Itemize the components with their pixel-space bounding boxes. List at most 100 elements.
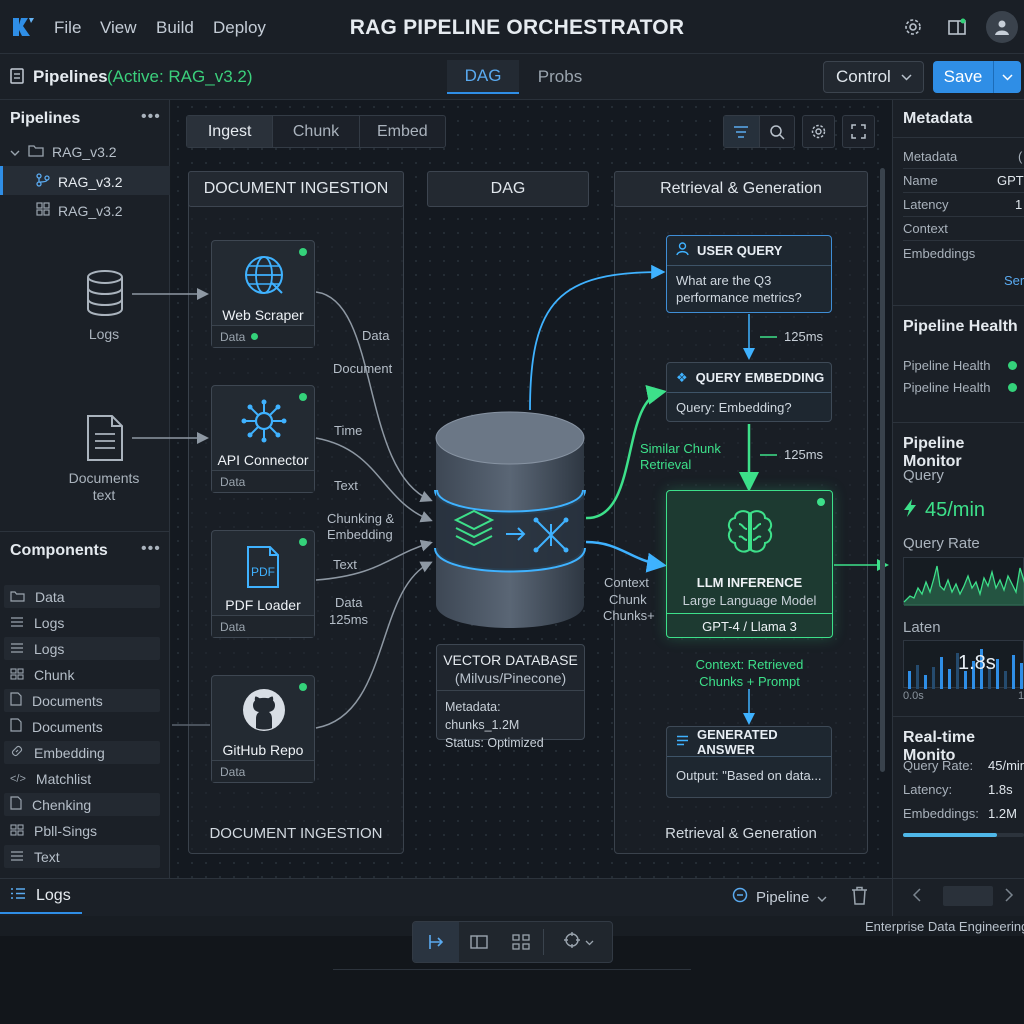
crosshair-icon bbox=[563, 931, 581, 954]
latency-value: 1.8s bbox=[958, 652, 996, 674]
pipeline-select-label: Pipeline bbox=[756, 889, 810, 906]
query-embedding-card[interactable]: ❖ QUERY EMBEDDING Query: Embedding? bbox=[666, 362, 832, 422]
generated-answer-card[interactable]: GENERATED ANSWER Output: "Based on data.… bbox=[666, 726, 832, 798]
health-status-dot bbox=[1008, 383, 1017, 392]
pipeline-health-title: Pipeline Health bbox=[903, 318, 1018, 335]
status-dot bbox=[299, 538, 307, 546]
canvas-scrollbar[interactable] bbox=[880, 168, 885, 772]
source-foot-label: Data bbox=[220, 619, 246, 634]
divider bbox=[892, 422, 1024, 423]
edge-label: Embedding bbox=[327, 527, 393, 542]
vector-db-card[interactable]: VECTOR DATABASE (Milvus/Pinecone) Metada… bbox=[436, 644, 585, 750]
metadata-row: Latency bbox=[903, 197, 949, 212]
edge-label: 125ms bbox=[329, 612, 369, 627]
target-dropdown[interactable] bbox=[544, 922, 612, 962]
pointer-mode-icon[interactable] bbox=[413, 922, 459, 962]
row-divider bbox=[903, 216, 1024, 217]
llm-title: LLM INFERENCE bbox=[696, 575, 803, 590]
query-embedding-title: QUERY EMBEDDING bbox=[695, 370, 825, 385]
similar-line: Retrieval bbox=[640, 457, 692, 472]
vector-db-title: VECTOR DATABASE bbox=[443, 652, 578, 668]
status-dot bbox=[299, 248, 307, 256]
metadata-row: Name bbox=[903, 173, 938, 188]
chevron-left-icon[interactable] bbox=[912, 888, 921, 907]
llm-inference-card[interactable]: LLM INFERENCE Large Language Model GPT-4… bbox=[666, 490, 833, 638]
metadata-title: Metadata bbox=[903, 110, 973, 127]
text-lines-icon bbox=[676, 734, 689, 749]
generated-answer-body: Output: "Based on data... bbox=[676, 768, 822, 783]
metadata-value: GPT bbox=[997, 173, 1024, 188]
edge-label: Text bbox=[334, 478, 358, 493]
edge-label: Chunks+ bbox=[603, 608, 655, 623]
footer-text: Enterprise Data Engineering bbox=[865, 919, 1024, 934]
vector-db-subtitle: (Milvus/Pinecone) bbox=[454, 670, 567, 686]
generated-answer-title: GENERATED ANSWER bbox=[697, 726, 778, 757]
user-query-header: USER QUERY bbox=[667, 236, 831, 266]
pipeline-select[interactable]: Pipeline bbox=[732, 887, 827, 908]
network-hub-icon bbox=[240, 398, 288, 449]
source-github-repo[interactable]: GitHub Repo Data bbox=[211, 675, 315, 783]
source-foot: Data bbox=[212, 760, 314, 782]
user-query-body: What are the Q3 performance metrics? bbox=[676, 273, 802, 305]
pager-control[interactable] bbox=[943, 886, 993, 906]
realtime-progress-fill bbox=[903, 833, 998, 837]
sparkle-icon: ❖ bbox=[676, 369, 688, 385]
context-note: Context: Retrieved Chunks + Prompt bbox=[666, 656, 833, 690]
chevron-down-icon bbox=[585, 933, 594, 951]
realtime-value: 1.8s bbox=[988, 782, 1013, 797]
health-row: Pipeline Health bbox=[903, 380, 991, 395]
generated-answer-header: GENERATED ANSWER bbox=[667, 727, 831, 757]
metadata-row: Context bbox=[903, 221, 948, 236]
source-title: PDF Loader bbox=[225, 597, 301, 613]
list-icon bbox=[10, 887, 26, 905]
grid-view-icon[interactable] bbox=[499, 922, 543, 962]
source-title: Web Scraper bbox=[222, 307, 304, 323]
status-dot bbox=[817, 498, 825, 506]
edge-label: Chunk bbox=[609, 592, 647, 607]
globe-icon bbox=[242, 253, 286, 302]
health-status-dot bbox=[1008, 361, 1017, 370]
chevron-right-icon[interactable] bbox=[1005, 888, 1014, 907]
edge-label: Time bbox=[334, 423, 363, 438]
row-divider bbox=[903, 168, 1024, 169]
query-value-row: 45/min bbox=[903, 498, 985, 523]
context-line: Chunks + Prompt bbox=[699, 674, 800, 689]
see-more-link[interactable]: Ser bbox=[1004, 273, 1024, 288]
vector-database-icon bbox=[430, 408, 590, 635]
source-title: GitHub Repo bbox=[222, 742, 304, 758]
llm-model: GPT-4 / Llama 3 bbox=[667, 613, 832, 638]
query-embedding-body: Query: Embedding? bbox=[676, 400, 792, 415]
health-row: Pipeline Health bbox=[903, 358, 991, 373]
divider bbox=[892, 305, 1024, 306]
realtime-progress bbox=[903, 833, 1024, 837]
source-web-scraper[interactable]: Web Scraper Data bbox=[211, 240, 315, 348]
status-dot bbox=[299, 683, 307, 691]
user-icon bbox=[676, 242, 689, 259]
edge-label: Document bbox=[333, 361, 393, 376]
metadata-value: ( bbox=[1018, 149, 1023, 164]
split-view-icon[interactable] bbox=[459, 922, 499, 962]
trash-icon[interactable] bbox=[851, 886, 868, 910]
floating-toolbar bbox=[412, 921, 613, 963]
github-icon bbox=[242, 688, 286, 737]
footer-divider bbox=[333, 969, 691, 970]
source-pdf-loader[interactable]: PDF PDF Loader Data bbox=[211, 530, 315, 638]
latency-axis-label: 0.0s bbox=[903, 690, 924, 702]
query-rate-sparkline bbox=[903, 557, 1024, 606]
lightning-icon bbox=[903, 498, 917, 523]
llm-subtitle: Large Language Model bbox=[682, 593, 817, 608]
vector-db-meta: Metadata: chunks_1.2M bbox=[445, 700, 520, 732]
bottom-bar bbox=[0, 878, 1024, 916]
realtime-value: 45/min bbox=[988, 758, 1024, 773]
realtime-key: Embeddings: bbox=[903, 806, 979, 821]
similar-line: Similar Chunk bbox=[640, 441, 721, 456]
context-line: Context: Retrieved bbox=[695, 657, 804, 672]
brain-icon bbox=[723, 507, 777, 562]
divider bbox=[892, 879, 893, 916]
user-query-card[interactable]: USER QUERY What are the Q3 performance m… bbox=[666, 235, 832, 313]
source-api-connector[interactable]: API Connector Data bbox=[211, 385, 315, 493]
query-value: 45/min bbox=[925, 499, 986, 521]
metadata-value: 1 bbox=[1015, 197, 1023, 212]
source-foot-label: Data bbox=[220, 329, 246, 344]
tab-logs[interactable]: Logs bbox=[0, 880, 82, 914]
